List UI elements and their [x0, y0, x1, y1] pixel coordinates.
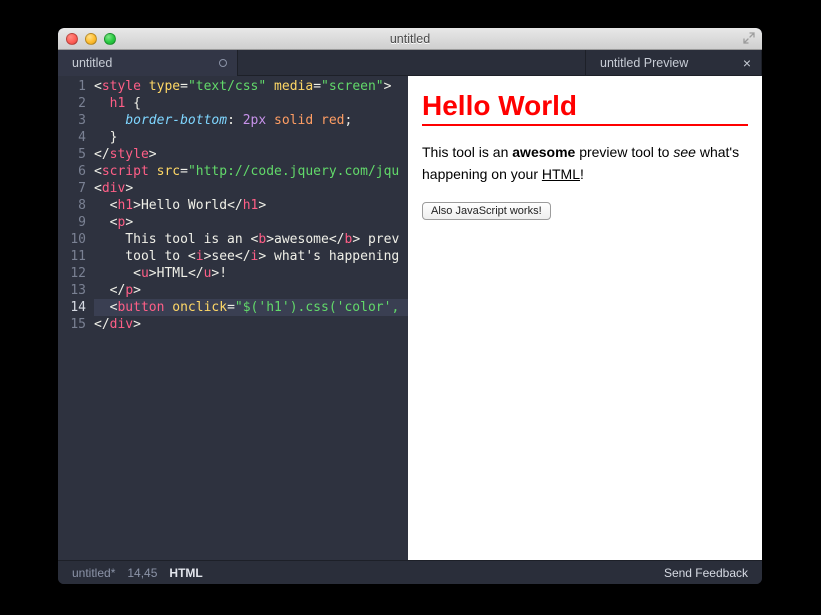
code-line[interactable]: tool to <i>see</i> what's happening — [94, 248, 408, 265]
line-number: 8 — [58, 197, 94, 214]
preview-paragraph: This tool is an awesome preview tool to … — [422, 142, 748, 185]
line-number: 10 — [58, 231, 94, 248]
preview-text: This tool is an — [422, 144, 512, 160]
tab-bar: untitled untitled Preview × — [58, 50, 762, 76]
preview-bold: awesome — [512, 144, 575, 160]
code-line[interactable]: </p> — [94, 282, 408, 299]
code-area[interactable]: <style type="text/css" media="screen"> h… — [94, 76, 408, 560]
preview-pane: Hello World This tool is an awesome prev… — [408, 76, 762, 560]
window-title: untitled — [58, 32, 762, 46]
code-line[interactable]: } — [94, 129, 408, 146]
send-feedback-link[interactable]: Send Feedback — [664, 566, 748, 580]
code-editor[interactable]: 123456789101112131415 <style type="text/… — [58, 76, 408, 560]
line-number: 7 — [58, 180, 94, 197]
code-line[interactable]: <button onclick="$('h1').css('color', — [94, 299, 408, 316]
tab-editor[interactable]: untitled — [58, 50, 238, 76]
code-line[interactable]: border-bottom: 2px solid red; — [94, 112, 408, 129]
line-number: 15 — [58, 316, 94, 333]
code-line[interactable]: </style> — [94, 146, 408, 163]
preview-text: ! — [580, 166, 584, 182]
main-area: 123456789101112131415 <style type="text/… — [58, 76, 762, 560]
tab-label: untitled Preview — [600, 56, 688, 70]
line-number: 11 — [58, 248, 94, 265]
tab-preview[interactable]: untitled Preview × — [586, 50, 762, 76]
line-number: 14 — [58, 299, 94, 316]
line-number: 1 — [58, 78, 94, 95]
fullscreen-icon[interactable] — [742, 31, 756, 45]
code-line[interactable]: </div> — [94, 316, 408, 333]
preview-underline: HTML — [542, 166, 580, 182]
minimize-window-button[interactable] — [85, 33, 97, 45]
line-number: 3 — [58, 112, 94, 129]
line-number: 2 — [58, 95, 94, 112]
tab-label: untitled — [72, 56, 112, 70]
status-language[interactable]: HTML — [169, 566, 202, 580]
line-number: 13 — [58, 282, 94, 299]
preview-heading: Hello World — [422, 90, 748, 126]
dirty-indicator-icon[interactable] — [219, 59, 227, 67]
tab-bar-spacer — [238, 50, 585, 75]
code-line[interactable]: <p> — [94, 214, 408, 231]
code-line[interactable]: <h1>Hello World</h1> — [94, 197, 408, 214]
line-number: 6 — [58, 163, 94, 180]
traffic-lights — [66, 33, 116, 45]
line-number-gutter: 123456789101112131415 — [58, 76, 94, 560]
code-line[interactable]: <u>HTML</u>! — [94, 265, 408, 282]
line-number: 4 — [58, 129, 94, 146]
titlebar[interactable]: untitled — [58, 28, 762, 50]
line-number: 12 — [58, 265, 94, 282]
close-window-button[interactable] — [66, 33, 78, 45]
status-cursor-position: 14,45 — [127, 566, 157, 580]
status-bar: untitled* 14,45 HTML Send Feedback — [58, 560, 762, 584]
code-line[interactable]: This tool is an <b>awesome</b> prev — [94, 231, 408, 248]
preview-js-button[interactable]: Also JavaScript works! — [422, 202, 551, 220]
line-number: 9 — [58, 214, 94, 231]
app-window: untitled untitled untitled Preview × 123… — [58, 28, 762, 584]
line-number: 5 — [58, 146, 94, 163]
close-tab-icon[interactable]: × — [743, 56, 751, 70]
status-filename: untitled* — [72, 566, 115, 580]
code-line[interactable]: h1 { — [94, 95, 408, 112]
zoom-window-button[interactable] — [104, 33, 116, 45]
preview-italic: see — [673, 144, 696, 160]
code-line[interactable]: <div> — [94, 180, 408, 197]
code-line[interactable]: <script src="http://code.jquery.com/jqu — [94, 163, 408, 180]
code-line[interactable]: <style type="text/css" media="screen"> — [94, 78, 408, 95]
preview-text: preview tool to — [575, 144, 673, 160]
